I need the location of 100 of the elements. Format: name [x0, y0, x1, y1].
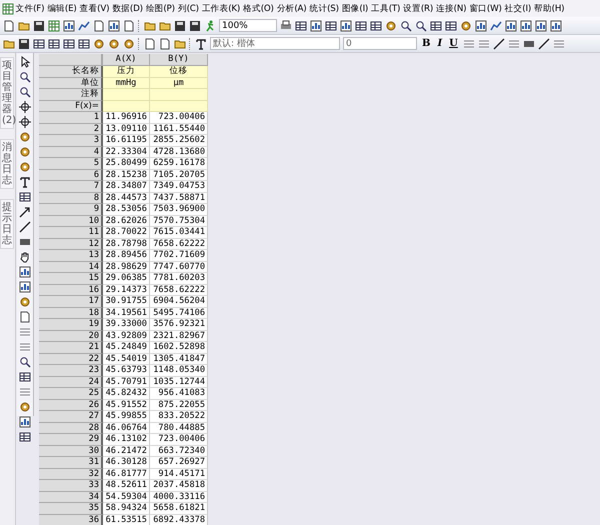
document-icon[interactable]	[159, 38, 171, 50]
worksheet-icon[interactable]	[2, 2, 14, 14]
table-icon[interactable]	[19, 371, 31, 383]
chart-icon[interactable]	[19, 281, 31, 293]
table-icon[interactable]	[325, 20, 337, 32]
document-icon[interactable]	[123, 20, 135, 32]
worksheet-icon[interactable]	[48, 20, 60, 32]
printer-icon[interactable]	[280, 20, 292, 32]
menu-item[interactable]: 社交(I)	[503, 2, 533, 14]
table-icon[interactable]	[355, 20, 367, 32]
menu-item[interactable]: 统计(S)	[308, 2, 340, 14]
table-icon[interactable]	[48, 38, 60, 50]
menu-item[interactable]: 图像(I)	[340, 2, 370, 14]
table-icon[interactable]	[295, 20, 307, 32]
table-cell: 657.26927	[150, 457, 208, 468]
save-icon[interactable]	[174, 20, 186, 32]
line-icon[interactable]	[492, 38, 505, 50]
menu-item[interactable]: 绘图(P)	[144, 2, 176, 14]
table-icon[interactable]	[370, 20, 382, 32]
crosshair-icon[interactable]	[19, 101, 31, 113]
table-cell: 22.33304	[103, 146, 150, 158]
chart-icon[interactable]	[535, 20, 547, 32]
text-icon[interactable]	[195, 38, 207, 50]
menu-item[interactable]: 数据(D)	[110, 2, 144, 14]
magnifier-icon[interactable]	[19, 356, 31, 368]
line-icon[interactable]	[19, 221, 31, 233]
table-icon[interactable]	[19, 191, 31, 203]
hand-icon[interactable]	[19, 251, 31, 263]
magnifier-icon[interactable]	[415, 20, 427, 32]
zoom-dropdown[interactable]: 100%	[219, 19, 277, 32]
menu-item[interactable]: 窗口(W)	[468, 2, 504, 14]
chart-icon[interactable]	[505, 20, 517, 32]
row-number: 15	[39, 273, 103, 284]
save-icon[interactable]	[189, 20, 201, 32]
magnifier-icon[interactable]	[400, 20, 412, 32]
chart-icon[interactable]	[310, 20, 322, 32]
table-cell: 45.24849	[103, 342, 150, 354]
document-icon[interactable]	[19, 311, 31, 323]
folder-icon[interactable]	[18, 20, 30, 32]
menu-item[interactable]: 设置(R)	[402, 2, 435, 14]
menu-item[interactable]: 文件(F)	[14, 2, 46, 14]
save-icon[interactable]	[18, 38, 30, 50]
menu-item[interactable]: 查看(V)	[78, 2, 111, 14]
table-icon[interactable]	[445, 20, 457, 32]
arrow-icon[interactable]	[19, 206, 31, 218]
table-cell: 28.62026	[103, 216, 150, 227]
menu-item[interactable]: 帮助(H)	[532, 2, 566, 14]
folder-icon[interactable]	[159, 20, 171, 32]
underline-button[interactable]: U	[447, 36, 460, 50]
table-icon[interactable]	[19, 431, 31, 443]
row-number: 8	[39, 192, 103, 204]
italic-button[interactable]: I	[435, 36, 444, 50]
table-icon[interactable]	[430, 20, 442, 32]
chart-icon[interactable]	[520, 20, 532, 32]
magnifier-icon[interactable]	[19, 86, 31, 98]
menu-item[interactable]: 连接(N)	[434, 2, 468, 14]
line-chart-icon[interactable]	[78, 20, 90, 32]
table-cell: 28.78798	[103, 238, 150, 250]
side-tab[interactable]: 提示日志	[0, 199, 14, 249]
side-tab[interactable]: 项目管理器(2)	[0, 57, 14, 129]
menu-item[interactable]: 分析(A)	[275, 2, 308, 14]
document-icon[interactable]	[144, 38, 156, 50]
document-icon[interactable]	[93, 20, 105, 32]
table-cell: 48.52611	[103, 480, 150, 492]
menu-item[interactable]: 编辑(E)	[46, 2, 78, 14]
text-icon[interactable]	[19, 176, 31, 188]
chart-icon[interactable]	[108, 20, 120, 32]
menu-item[interactable]: 工具(T)	[370, 2, 402, 14]
menu-item[interactable]: 工作表(K)	[200, 2, 242, 14]
bars-icon[interactable]	[19, 326, 31, 338]
rectangle-icon[interactable]	[19, 236, 31, 248]
document-icon[interactable]	[3, 20, 15, 32]
chart-icon[interactable]	[550, 20, 562, 32]
menu-item[interactable]: 列(C)	[176, 2, 200, 14]
chart-icon[interactable]	[340, 20, 352, 32]
crosshair-icon[interactable]	[19, 116, 31, 128]
save-icon[interactable]	[33, 20, 45, 32]
menu-item[interactable]: 格式(O)	[242, 2, 276, 14]
font-size-dropdown[interactable]: 0	[343, 37, 417, 50]
pointer-icon[interactable]	[19, 56, 31, 68]
bars-icon[interactable]	[462, 38, 475, 50]
column-header[interactable]: A(X)	[103, 54, 150, 66]
chart-icon[interactable]	[475, 20, 487, 32]
folder-icon[interactable]	[3, 38, 15, 50]
bold-button[interactable]: B	[420, 36, 432, 50]
line-chart-icon[interactable]	[490, 20, 502, 32]
table-icon[interactable]	[78, 38, 90, 50]
side-tab[interactable]: 消息日志	[0, 139, 14, 189]
line-icon[interactable]	[538, 38, 550, 50]
chart-icon[interactable]	[19, 266, 31, 278]
table-icon[interactable]	[63, 38, 75, 50]
font-dropdown[interactable]: 默认: 楷体	[210, 37, 340, 50]
folder-icon[interactable]	[144, 20, 156, 32]
folder-icon[interactable]	[174, 38, 186, 50]
chart-icon[interactable]	[63, 20, 75, 32]
row-number: 30	[39, 446, 103, 457]
chart-icon[interactable]	[19, 416, 31, 428]
table-icon[interactable]	[33, 38, 45, 50]
magnifier-icon[interactable]	[19, 71, 31, 83]
column-header[interactable]: B(Y)	[150, 54, 208, 66]
